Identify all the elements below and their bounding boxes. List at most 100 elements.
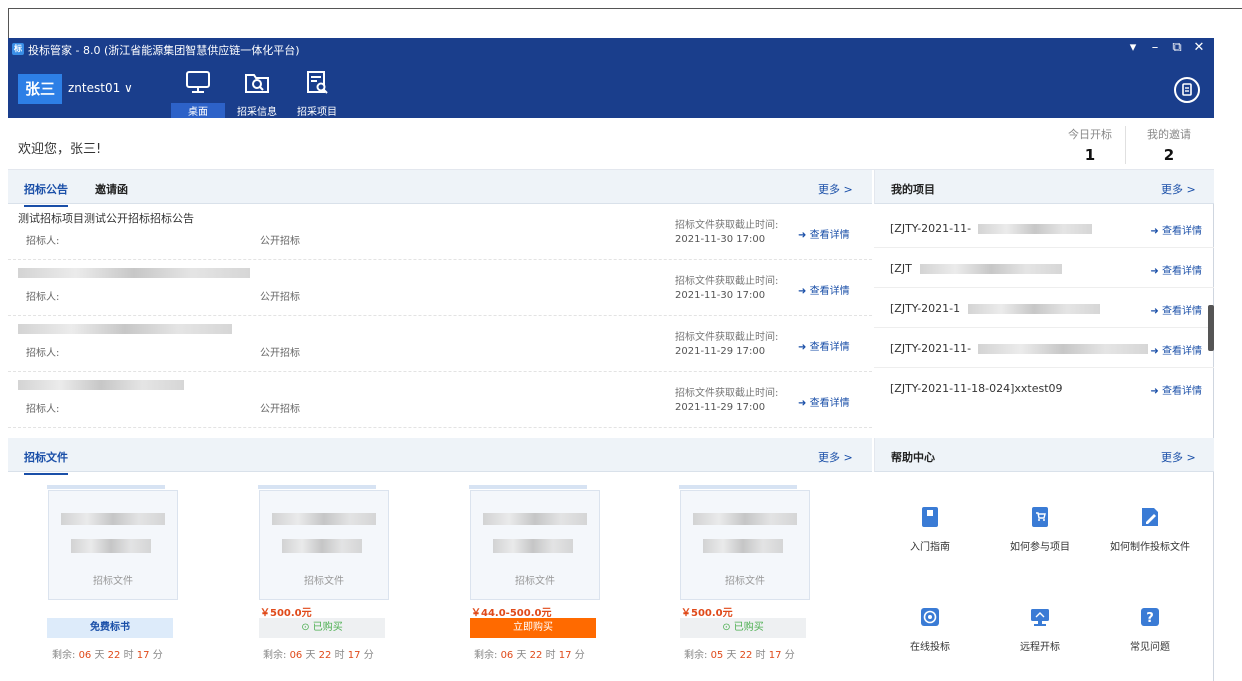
list-item[interactable]: 招标人: 公开招标 招标文件获取截止时间: 2021-11-29 17:00 ➜… bbox=[8, 316, 872, 372]
nav-desktop-label: 桌面 bbox=[171, 103, 225, 118]
help-label: 如何制作投标文件 bbox=[1110, 542, 1190, 553]
project-code[interactable]: [ZJTY-2021-11- bbox=[890, 222, 971, 235]
minimize-icon[interactable]: – bbox=[1148, 40, 1162, 55]
avatar[interactable]: 张三 bbox=[18, 74, 62, 104]
view-details-label: 查看详情 bbox=[1162, 386, 1202, 397]
remain-prefix: 剩余: bbox=[684, 650, 708, 661]
remain-days: 06 bbox=[289, 650, 303, 661]
announcement-list: 测试招标项目测试公开招标招标公告 招标人: 公开招标 招标文件获取截止时间: 2… bbox=[8, 204, 872, 434]
stat-today-opening[interactable]: 今日开标 1 bbox=[1055, 126, 1125, 164]
help-join-project[interactable]: 如何参与项目 bbox=[995, 506, 1085, 553]
view-details-link[interactable]: ➜ 查看详情 bbox=[798, 338, 850, 353]
view-details-label: 查看详情 bbox=[809, 230, 850, 241]
help-make-bid-file[interactable]: 如何制作投标文件 bbox=[1105, 506, 1195, 553]
target-icon bbox=[921, 608, 939, 626]
help-online-bid[interactable]: 在线投标 bbox=[885, 606, 975, 653]
edit-doc-icon bbox=[1142, 508, 1158, 526]
help-faq[interactable]: ? 常见问题 bbox=[1105, 606, 1195, 653]
help-getting-started[interactable]: 入门指南 bbox=[885, 506, 975, 553]
unit-hours: 时 bbox=[545, 650, 556, 661]
restore-icon[interactable]: ⧉ bbox=[1170, 40, 1184, 55]
list-item[interactable]: [ZJT ➜ 查看详情 bbox=[874, 248, 1214, 288]
view-details-link[interactable]: ➜ 查看详情 bbox=[1150, 262, 1202, 277]
side-scroll-handle[interactable] bbox=[1208, 305, 1214, 351]
list-item[interactable]: 招标人: 公开招标 招标文件获取截止时间: 2021-11-30 17:00 ➜… bbox=[8, 260, 872, 316]
purchased-button[interactable]: ⊙ 已购买 bbox=[680, 618, 806, 638]
buy-now-button[interactable]: 立即购买 bbox=[470, 618, 596, 638]
project-code[interactable]: [ZJT bbox=[890, 262, 912, 275]
unit-hours: 时 bbox=[123, 650, 134, 661]
list-item[interactable]: [ZJTY-2021-11-18-024]xxtest09 ➜ 查看详情 bbox=[874, 368, 1214, 408]
procurement-mode: 公开招标 bbox=[260, 292, 300, 303]
view-details-link[interactable]: ➜ 查看详情 bbox=[798, 394, 850, 409]
monitor-icon bbox=[1031, 609, 1049, 626]
purchased-button[interactable]: ⊙ 已购买 bbox=[259, 618, 385, 638]
dropdown-icon[interactable]: ▾ bbox=[1126, 40, 1140, 55]
stat-value: 2 bbox=[1163, 146, 1175, 164]
view-details-link[interactable]: ➜ 查看详情 bbox=[1150, 382, 1202, 397]
project-code[interactable]: [ZJTY-2021-11-18-024]xxtest09 bbox=[890, 382, 1063, 395]
documents-header: 招标文件 更多 > bbox=[8, 438, 872, 475]
redacted-text bbox=[272, 513, 376, 525]
list-item[interactable]: [ZJTY-2021-11- ➜ 查看详情 bbox=[874, 328, 1214, 368]
procurement-mode: 公开招标 bbox=[260, 348, 300, 359]
deadline-label: 招标文件获取截止时间: bbox=[675, 276, 779, 287]
list-item[interactable]: 招标人: 公开招标 招标文件获取截止时间: 2021-11-29 17:00 ➜… bbox=[8, 372, 872, 428]
project-code[interactable]: [ZJTY-2021-11- bbox=[890, 342, 971, 355]
tab-invitations[interactable]: 邀请函 bbox=[95, 181, 128, 197]
document-caption: 招标文件 bbox=[725, 576, 765, 587]
document-thumbnail[interactable]: 招标文件 bbox=[679, 485, 810, 600]
document-thumbnail[interactable]: 招标文件 bbox=[47, 485, 178, 600]
stat-label: 我的邀请 bbox=[1147, 128, 1191, 141]
redacted-text bbox=[61, 513, 165, 525]
documents-title[interactable]: 招标文件 bbox=[24, 449, 68, 475]
help-header: 帮助中心 更多 > bbox=[874, 438, 1214, 472]
app-window: 标 投标管家 - 8.0 (浙江省能源集团智慧供应链一体化平台) ▾ – ⧉ ✕… bbox=[8, 38, 1214, 681]
view-details-link[interactable]: ➜ 查看详情 bbox=[798, 282, 850, 297]
view-details-link[interactable]: ➜ 查看详情 bbox=[798, 226, 850, 241]
document-caption: 招标文件 bbox=[515, 576, 555, 587]
view-details-link[interactable]: ➜ 查看详情 bbox=[1150, 342, 1202, 357]
window-controls: ▾ – ⧉ ✕ bbox=[1126, 40, 1206, 55]
nav-procurement-info-label: 招采信息 bbox=[237, 107, 277, 118]
unit-hours: 时 bbox=[755, 650, 766, 661]
projects-more-link[interactable]: 更多 > bbox=[1161, 181, 1196, 197]
view-details-link[interactable]: ➜ 查看详情 bbox=[1150, 302, 1202, 317]
nav-procurement-info[interactable]: 招采信息 bbox=[230, 64, 284, 118]
document-thumbnail[interactable]: 招标文件 bbox=[469, 485, 600, 600]
remain-hours: 22 bbox=[739, 650, 753, 661]
user-menu[interactable]: zntest01 ∨ bbox=[68, 81, 133, 95]
remain-prefix: 剩余: bbox=[474, 650, 498, 661]
document-thumbnail[interactable]: 招标文件 bbox=[258, 485, 389, 600]
announcement-title[interactable]: 测试招标项目测试公开招标招标公告 bbox=[18, 210, 194, 226]
tab-bid-announcements[interactable]: 招标公告 bbox=[24, 181, 68, 207]
remaining-time: 剩余: 06 天 22 时 17 分 bbox=[52, 646, 163, 661]
nav-procurement-projects[interactable]: 招采项目 bbox=[290, 64, 344, 118]
deadline-value: 2021-11-30 17:00 bbox=[675, 234, 766, 245]
project-code[interactable]: [ZJTY-2021-1 bbox=[890, 302, 960, 315]
list-item[interactable]: [ZJTY-2021-11- ➜ 查看详情 bbox=[874, 208, 1214, 248]
document-caption: 招标文件 bbox=[93, 576, 133, 587]
announcements-more-link[interactable]: 更多 > bbox=[818, 181, 853, 197]
clipboard-icon[interactable] bbox=[1174, 77, 1200, 103]
deadline-value: 2021-11-30 17:00 bbox=[675, 290, 766, 301]
redacted-text bbox=[71, 539, 151, 553]
list-item[interactable]: 测试招标项目测试公开招标招标公告 招标人: 公开招标 招标文件获取截止时间: 2… bbox=[8, 204, 872, 260]
view-details-link[interactable]: ➜ 查看详情 bbox=[1150, 222, 1202, 237]
free-document-button[interactable]: 免费标书 bbox=[47, 618, 173, 638]
help-more-link[interactable]: 更多 > bbox=[1161, 449, 1196, 465]
redacted-title bbox=[18, 380, 184, 390]
divider bbox=[1125, 126, 1126, 164]
help-label: 如何参与项目 bbox=[1010, 542, 1070, 553]
redacted-text bbox=[703, 539, 783, 553]
deadline-label: 招标文件获取截止时间: bbox=[675, 332, 779, 343]
announcements-header: 招标公告 邀请函 更多 > bbox=[8, 170, 872, 207]
stat-my-invitations[interactable]: 我的邀请 2 bbox=[1134, 126, 1204, 164]
documents-more-link[interactable]: 更多 > bbox=[818, 449, 853, 465]
help-remote-opening[interactable]: 远程开标 bbox=[995, 606, 1085, 653]
list-item[interactable]: [ZJTY-2021-1 ➜ 查看详情 bbox=[874, 288, 1214, 328]
close-icon[interactable]: ✕ bbox=[1192, 40, 1206, 55]
nav-desktop[interactable]: 桌面 bbox=[171, 64, 225, 118]
redacted-title bbox=[18, 268, 250, 278]
projects-title: 我的项目 bbox=[891, 183, 935, 196]
